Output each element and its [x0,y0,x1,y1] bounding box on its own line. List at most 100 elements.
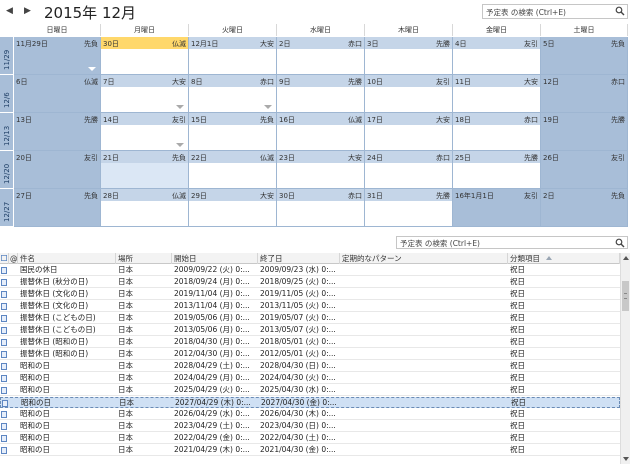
calendar-day-cell[interactable]: 24日 赤口 [365,151,453,189]
day-date: 30日 [279,192,295,200]
table-row[interactable]: 振替休日 (こどもの日) 日本 2013/05/06 (月) 0:... 2013/0… [0,325,620,336]
table-row[interactable]: 昭和の日 日本 2021/04/29 (木) 0:... 2021/04/30 (金)… [0,445,620,456]
table-row[interactable]: 振替休日 (こどもの日) 日本 2019/05/06 (月) 0:... 2019/0… [0,313,620,324]
table-row[interactable]: 昭和の日 日本 2023/04/29 (土) 0:... 2023/04/30 (日)… [0,421,620,432]
calendar-day-cell[interactable]: 16年1月1日 友引 [453,189,541,227]
icon-column-header[interactable] [0,253,9,264]
cell-end: 2022/04/30 (土) 0:... [260,433,336,442]
calendar-day-cell[interactable]: 11月29日 先負 [14,37,101,75]
column-recurrence[interactable]: 定期的なパターン [340,253,508,264]
cell-location: 日本 [118,301,133,310]
cell-recurrence [340,361,508,371]
cell-category: 祝日 [510,421,525,430]
calendar-day-cell[interactable]: 7日 大安 [101,75,189,113]
calendar-day-cell[interactable]: 20日 友引 [14,151,101,189]
day-date: 2日 [543,192,555,200]
more-items-icon[interactable] [264,105,272,109]
calendar-day-cell[interactable]: 31日 先勝 [365,189,453,227]
week-label[interactable]: 12/13 [0,113,13,151]
day-header: 26日 友引 [541,151,627,163]
table-row[interactable]: 昭和の日 日本 2024/04/29 (月) 0:... 2024/04/30 (火)… [0,373,620,384]
calendar-day-cell[interactable]: 12月1日 大安 [189,37,277,75]
more-items-icon[interactable] [176,143,184,147]
calendar-day-cell[interactable]: 8日 赤口 [189,75,277,113]
week-row: 12/13 13日 先勝 14日 友引 15日 先負 16日 仏滅 17日 大安 18日 赤口 19日 先勝 [0,113,630,151]
table-row[interactable]: 国民の休日 日本 2009/09/22 (火) 0:... 2009/09/23 (水… [0,265,620,276]
scroll-down-icon[interactable] [623,457,629,461]
column-end[interactable]: 終了日 [258,253,340,264]
column-location[interactable]: 場所 [116,253,172,264]
day-header: 7日 大安 [101,75,188,87]
calendar-day-cell[interactable]: 21日 先負 [101,151,189,189]
calendar-day-cell[interactable]: 30日 仏滅 [101,37,189,75]
calendar-day-cell[interactable]: 22日 仏滅 [189,151,277,189]
column-subject[interactable]: 件名 [18,253,116,264]
calendar-day-cell[interactable]: 27日 先負 [14,189,101,227]
calendar-day-cell[interactable]: 19日 先勝 [541,113,628,151]
calendar-day-cell[interactable]: 9日 先勝 [277,75,365,113]
calendar-day-cell[interactable]: 16日 仏滅 [277,113,365,151]
cell-category: 祝日 [510,433,525,442]
calendar-day-cell[interactable]: 29日 大安 [189,189,277,227]
next-month-icon[interactable]: ▶ [24,6,31,16]
attachment-column-header[interactable]: @ [9,253,18,264]
appointment-icon [2,400,8,407]
day-header: 28日 仏滅 [101,189,188,201]
appointment-icon [1,387,7,394]
search-icon[interactable] [615,238,625,248]
calendar-day-cell[interactable]: 5日 先負 [541,37,628,75]
table-row[interactable]: 昭和の日 日本 2028/04/29 (土) 0:... 2028/04/30 (日)… [0,361,620,372]
calendar-day-cell[interactable]: 4日 友引 [453,37,541,75]
table-row[interactable]: 昭和の日 日本 2025/04/29 (火) 0:... 2025/04/30 (水)… [0,385,620,396]
calendar-day-cell[interactable]: 14日 友引 [101,113,189,151]
calendar-day-cell[interactable]: 28日 仏滅 [101,189,189,227]
calendar-day-cell[interactable]: 6日 仏滅 [14,75,101,113]
appointment-icon [1,315,7,322]
calendar-day-cell[interactable]: 23日 大安 [277,151,365,189]
week-label[interactable]: 12/27 [0,189,13,227]
list-scrollbar[interactable] [620,253,630,464]
week-label[interactable]: 12/6 [0,75,13,113]
week-label[interactable]: 12/20 [0,151,13,189]
calendar-day-cell[interactable]: 18日 赤口 [453,113,541,151]
calendar-day-cell[interactable]: 15日 先負 [189,113,277,151]
day-date: 15日 [191,116,207,124]
calendar-day-cell[interactable]: 11日 大安 [453,75,541,113]
cell-start: 2018/09/24 (月) 0:... [174,277,250,286]
table-row[interactable]: 振替休日 (文化の日) 日本 2013/11/04 (月) 0:... 2013/11… [0,301,620,312]
calendar-day-cell[interactable]: 26日 友引 [541,151,628,189]
calendar-day-cell[interactable]: 3日 先勝 [365,37,453,75]
cell-end: 2021/04/30 (金) 0:... [260,445,336,454]
calendar-day-cell[interactable]: 12日 赤口 [541,75,628,113]
cell-category: 祝日 [510,325,525,334]
calendar-search-input[interactable]: 予定表 の検索 (Ctrl+E) [482,4,628,19]
more-items-icon[interactable] [88,67,96,71]
column-category[interactable]: 分類項目 [508,253,620,264]
table-row[interactable]: 昭和の日 日本 2026/04/29 (水) 0:... 2026/04/30 (木)… [0,409,620,420]
calendar-day-cell[interactable]: 25日 先勝 [453,151,541,189]
calendar-day-cell[interactable]: 10日 友引 [365,75,453,113]
cell-subject: 振替休日 (こどもの日) [20,313,96,322]
calendar-day-cell[interactable]: 17日 大安 [365,113,453,151]
calendar-day-cell[interactable]: 2日 先負 [541,189,628,227]
calendar-day-cell[interactable]: 13日 先勝 [14,113,101,151]
table-row[interactable]: 昭和の日 日本 2022/04/29 (金) 0:... 2022/04/30 (土)… [0,433,620,444]
calendar-day-cell[interactable]: 30日 赤口 [277,189,365,227]
appointment-icon [1,339,7,346]
week-label[interactable]: 11/29 [0,37,13,75]
day-rokuyo: 大安 [436,116,450,124]
calendar-day-cell[interactable]: 2日 赤口 [277,37,365,75]
list-search-input[interactable]: 予定表 の検索 (Ctrl+E) [396,236,628,249]
scroll-up-icon[interactable] [623,256,629,260]
cell-location: 日本 [118,277,133,286]
more-items-icon[interactable] [176,105,184,109]
table-row[interactable]: 振替休日 (文化の日) 日本 2019/11/04 (月) 0:... 2019/11… [0,289,620,300]
day-rokuyo: 先勝 [524,154,538,162]
table-row[interactable]: 振替休日 (昭和の日) 日本 2012/04/30 (月) 0:... 2012/05… [0,349,620,360]
column-start[interactable]: 開始日 [172,253,258,264]
prev-month-icon[interactable]: ◀ [6,6,13,16]
table-row[interactable]: 振替休日 (秋分の日) 日本 2018/09/24 (月) 0:... 2018/09… [0,277,620,288]
search-icon[interactable] [615,6,625,16]
table-row[interactable]: 昭和の日 日本 2027/04/29 (木) 0:... 2027/04/30 (金)… [0,397,620,408]
table-row[interactable]: 振替休日 (昭和の日) 日本 2018/04/30 (月) 0:... 2018/05… [0,337,620,348]
